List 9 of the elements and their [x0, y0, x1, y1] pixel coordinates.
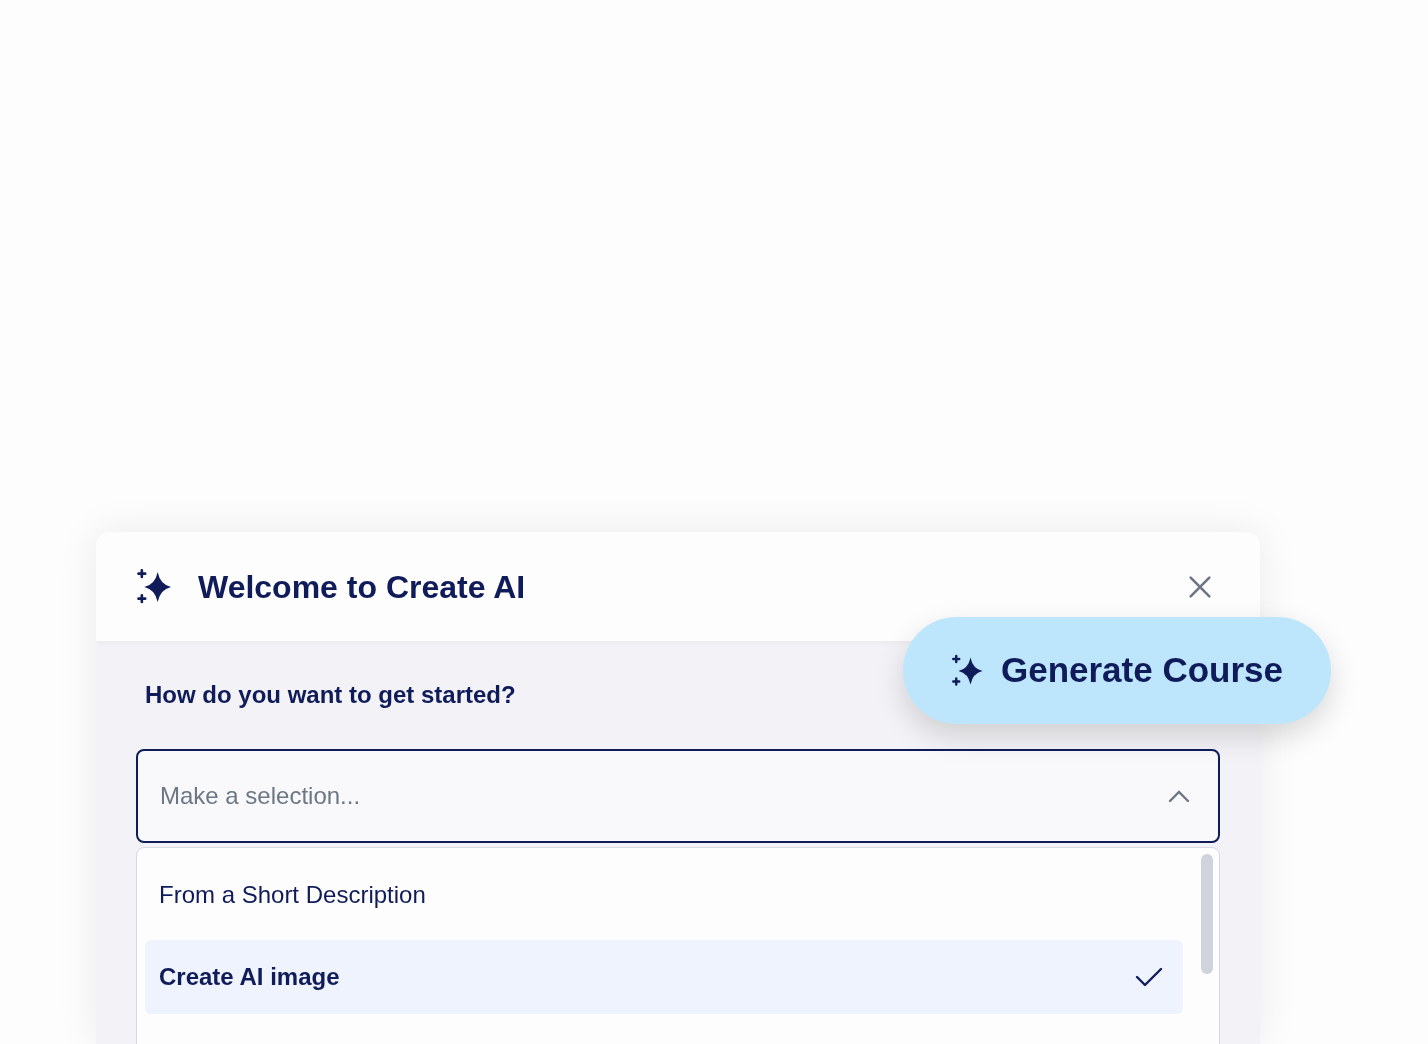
generate-course-button[interactable]: Generate Course — [903, 617, 1331, 724]
select-field[interactable]: Make a selection... — [136, 749, 1220, 843]
dropdown-option[interactable]: Create AI image — [145, 940, 1183, 1014]
checkmark-icon — [1135, 966, 1163, 988]
dialog-title: Welcome to Create AI — [198, 567, 526, 607]
scrollbar-thumb[interactable] — [1201, 854, 1213, 974]
dropdown-option[interactable]: From a Short Description — [145, 858, 1183, 932]
chevron-up-icon — [1168, 789, 1190, 803]
question-label: How do you want to get started? — [145, 680, 517, 710]
